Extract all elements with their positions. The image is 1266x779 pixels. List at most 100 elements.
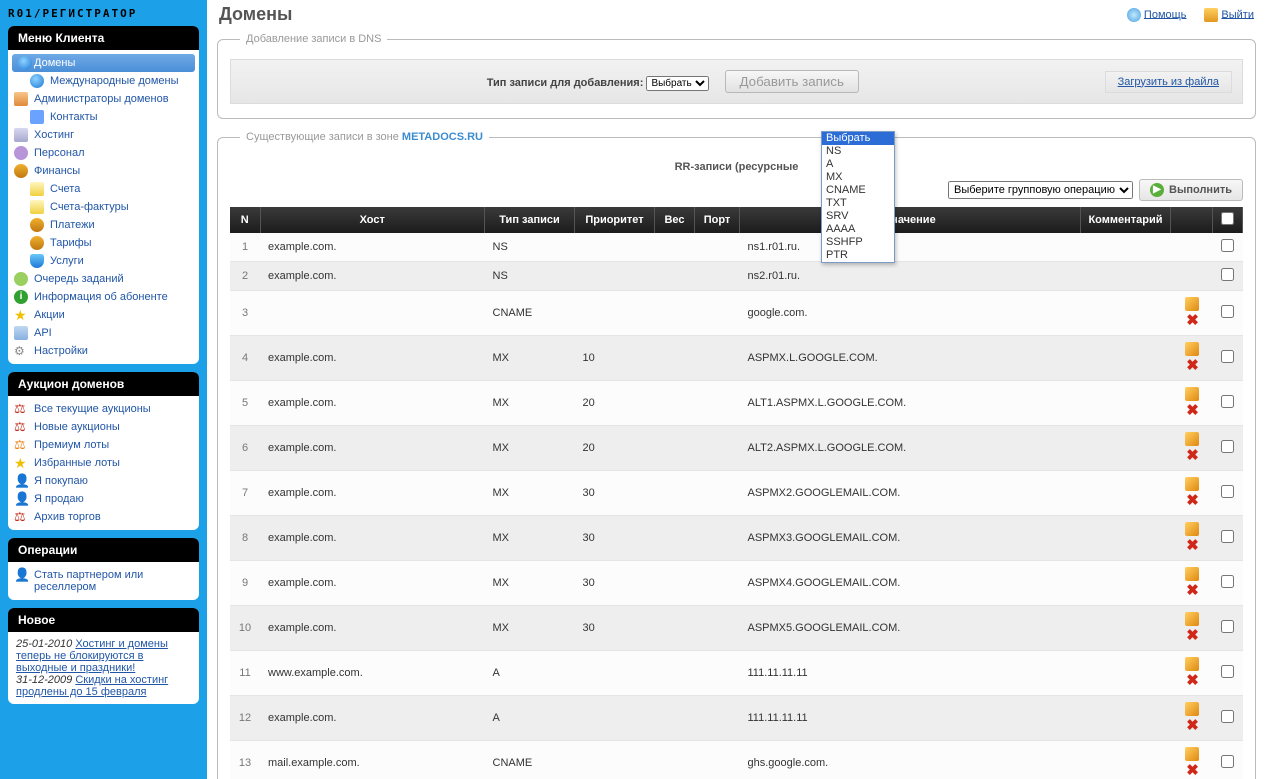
actions-cell: ✖	[1171, 426, 1213, 471]
sidebar-item[interactable]: Платежи	[8, 216, 199, 234]
row-checkbox[interactable]	[1221, 239, 1234, 252]
dropdown-option[interactable]: CNAME	[822, 184, 894, 197]
dropdown-option[interactable]: SSHFP	[822, 236, 894, 249]
sidebar-item[interactable]: Очередь заданий	[8, 270, 199, 288]
row-checkbox[interactable]	[1221, 530, 1234, 543]
hammer-icon: ⚖	[14, 510, 28, 524]
row-checkbox[interactable]	[1221, 305, 1234, 318]
dropdown-option[interactable]: PTR	[822, 249, 894, 262]
sidebar-item[interactable]: Персонал	[8, 144, 199, 162]
edit-icon[interactable]	[1185, 387, 1199, 401]
sidebar-item[interactable]: Счета	[8, 180, 199, 198]
row-checkbox[interactable]	[1221, 350, 1234, 363]
sidebar-item[interactable]: 👤Я покупаю	[8, 472, 199, 490]
edit-icon[interactable]	[1185, 342, 1199, 356]
priority-cell: 10	[575, 336, 655, 381]
value-cell: ASPMX2.GOOGLEMAIL.COM.	[740, 471, 1081, 516]
edit-icon[interactable]	[1185, 522, 1199, 536]
sidebar-item[interactable]: Контакты	[8, 108, 199, 126]
sidebar-item[interactable]: 👤Стать партнером или реселлером	[8, 566, 199, 596]
add-record-button[interactable]: Добавить запись	[725, 70, 859, 93]
sidebar-item[interactable]: Услуги	[8, 252, 199, 270]
table-header: Вес	[655, 207, 695, 233]
delete-icon[interactable]: ✖	[1186, 357, 1199, 374]
edit-icon[interactable]	[1185, 747, 1199, 761]
sidebar-item[interactable]: ⚙Настройки	[8, 342, 199, 360]
row-checkbox[interactable]	[1221, 268, 1234, 281]
sidebar-item[interactable]: 👤Я продаю	[8, 490, 199, 508]
sidebar-item[interactable]: ★Избранные лоты	[8, 454, 199, 472]
delete-icon[interactable]: ✖	[1186, 672, 1199, 689]
sidebar-item[interactable]: Счета-фактуры	[8, 198, 199, 216]
sidebar-item[interactable]: ★Акции	[8, 306, 199, 324]
news-header: Новое	[8, 608, 199, 632]
edit-icon[interactable]	[1185, 567, 1199, 581]
sidebar-item[interactable]: ⚖Все текущие аукционы	[8, 400, 199, 418]
sidebar-item[interactable]: ⚖Архив торгов	[8, 508, 199, 526]
table-row: 9example.com.MX30ASPMX4.GOOGLEMAIL.COM.✖	[230, 561, 1243, 606]
row-checkbox[interactable]	[1221, 440, 1234, 453]
value-cell: google.com.	[740, 291, 1081, 336]
actions-cell: ✖	[1171, 651, 1213, 696]
delete-icon[interactable]: ✖	[1186, 627, 1199, 644]
comment-cell	[1081, 651, 1171, 696]
invoice-icon	[30, 182, 44, 196]
sidebar-item[interactable]: Хостинг	[8, 126, 199, 144]
sidebar-item[interactable]: Финансы	[8, 162, 199, 180]
sidebar-item[interactable]: ⚖Новые аукционы	[8, 418, 199, 436]
row-checkbox[interactable]	[1221, 395, 1234, 408]
row-checkbox[interactable]	[1221, 485, 1234, 498]
record-type-dropdown[interactable]: ВыбратьNSAMXCNAMETXTSRVAAAASSHFPPTR	[821, 131, 895, 263]
select-all-checkbox[interactable]	[1221, 212, 1234, 225]
delete-icon[interactable]: ✖	[1186, 717, 1199, 734]
table-row: 12example.com.A111.11.11.11✖	[230, 696, 1243, 741]
delete-icon[interactable]: ✖	[1186, 447, 1199, 464]
sidebar-item[interactable]: Домены	[12, 54, 195, 72]
comment-cell	[1081, 262, 1171, 291]
edit-icon[interactable]	[1185, 657, 1199, 671]
weight-cell	[655, 381, 695, 426]
delete-icon[interactable]: ✖	[1186, 537, 1199, 554]
sidebar-item[interactable]: Тарифы	[8, 234, 199, 252]
sidebar-item[interactable]: iИнформация об абоненте	[8, 288, 199, 306]
load-from-file-link[interactable]: Загрузить из файла	[1105, 71, 1232, 93]
dropdown-option[interactable]: NS	[822, 145, 894, 158]
comment-cell	[1081, 696, 1171, 741]
sidebar-item[interactable]: Администраторы доменов	[8, 90, 199, 108]
dropdown-option[interactable]: Выбрать	[822, 132, 894, 145]
edit-icon[interactable]	[1185, 297, 1199, 311]
dropdown-option[interactable]: TXT	[822, 197, 894, 210]
delete-icon[interactable]: ✖	[1186, 582, 1199, 599]
type-cell: MX	[485, 561, 575, 606]
delete-icon[interactable]: ✖	[1186, 762, 1199, 779]
delete-icon[interactable]: ✖	[1186, 312, 1199, 329]
edit-icon[interactable]	[1185, 702, 1199, 716]
edit-icon[interactable]	[1185, 477, 1199, 491]
row-checkbox[interactable]	[1221, 620, 1234, 633]
hosting-icon	[14, 128, 28, 142]
delete-icon[interactable]: ✖	[1186, 492, 1199, 509]
sidebar-item[interactable]: Международные домены	[8, 72, 199, 90]
dropdown-option[interactable]: A	[822, 158, 894, 171]
help-link[interactable]: Помощь	[1127, 8, 1187, 22]
edit-icon[interactable]	[1185, 612, 1199, 626]
row-checkbox[interactable]	[1221, 755, 1234, 768]
run-arrow-icon: ▶	[1150, 183, 1164, 197]
record-type-select[interactable]: Выбрать	[646, 76, 709, 91]
group-operation-select[interactable]: Выберите групповую операцию	[948, 181, 1133, 199]
run-button[interactable]: ▶ Выполнить	[1139, 179, 1243, 201]
exit-link[interactable]: Выйти	[1204, 8, 1254, 22]
host-cell: example.com.	[260, 471, 485, 516]
delete-icon[interactable]: ✖	[1186, 402, 1199, 419]
row-checkbox[interactable]	[1221, 665, 1234, 678]
row-checkbox[interactable]	[1221, 575, 1234, 588]
brand-logo: R01/РЕГИСТРАТОР	[8, 5, 199, 26]
value-cell: ASPMX.L.GOOGLE.COM.	[740, 336, 1081, 381]
edit-icon[interactable]	[1185, 432, 1199, 446]
dropdown-option[interactable]: SRV	[822, 210, 894, 223]
row-checkbox[interactable]	[1221, 710, 1234, 723]
dropdown-option[interactable]: AAAA	[822, 223, 894, 236]
dropdown-option[interactable]: MX	[822, 171, 894, 184]
sidebar-item[interactable]: API	[8, 324, 199, 342]
sidebar-item[interactable]: ⚖Премиум лоты	[8, 436, 199, 454]
